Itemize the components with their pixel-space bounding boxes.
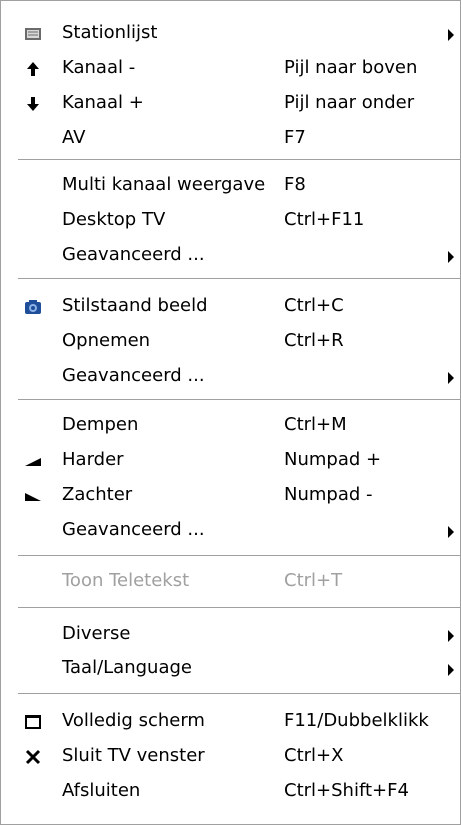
volume-up-icon [23,451,43,471]
menu-item-toon-teletekst: Toon Teletekst Ctrl+T [3,567,458,597]
context-menu: Stationlijst Kanaal - Pijl naar boven Ka… [0,0,461,825]
menu-item-label: Opnemen [62,330,151,351]
menu-item-label: Dempen [62,414,139,435]
menu-separator [18,693,460,695]
menu-item-label: Kanaal - [62,57,136,78]
menu-item-label: Afsluiten [62,780,141,801]
menu-item-shortcut: Numpad + [284,449,382,470]
menu-item-sluit-tv-venster[interactable]: Sluit TV venster Ctrl+X [3,742,458,772]
volume-down-icon [23,486,43,506]
menu-item-afsluiten[interactable]: Afsluiten Ctrl+Shift+F4 [3,777,458,807]
menu-item-multi-kanaal-weergave[interactable]: Multi kanaal weergave F8 [3,171,458,201]
submenu-arrow-icon [448,526,454,538]
menu-item-volledig-scherm[interactable]: Volledig scherm F11/Dubbelklikk [3,707,458,737]
submenu-arrow-icon [448,251,454,263]
menu-item-taal-language[interactable]: Taal/Language [3,654,458,684]
menu-item-label: Geavanceerd ... [62,244,205,265]
menu-item-shortcut: F8 [284,174,306,195]
menu-item-label: Diverse [62,623,131,644]
menu-separator [18,555,460,557]
menu-item-label: Geavanceerd ... [62,519,205,540]
menu-separator [18,399,460,401]
menu-item-opnemen[interactable]: Opnemen Ctrl+R [3,327,458,357]
menu-item-shortcut: Ctrl+F11 [284,209,365,230]
menu-item-shortcut: Numpad - [284,484,373,505]
menu-item-zachter[interactable]: Zachter Numpad - [3,481,458,511]
menu-item-shortcut: Ctrl+M [284,414,347,435]
menu-item-harder[interactable]: Harder Numpad + [3,446,458,476]
menu-item-label: Geavanceerd ... [62,365,205,386]
menu-item-label: AV [62,127,86,148]
menu-item-geavanceerd-2[interactable]: Geavanceerd ... [3,362,458,392]
menu-item-shortcut: Ctrl+R [284,330,344,351]
menu-item-diverse[interactable]: Diverse [3,620,458,650]
menu-item-label: Volledig scherm [62,710,205,731]
menu-item-geavanceerd-3[interactable]: Geavanceerd ... [3,516,458,546]
menu-item-label: Toon Teletekst [62,570,190,591]
menu-item-label: Multi kanaal weergave [62,174,266,195]
menu-item-dempen[interactable]: Dempen Ctrl+M [3,411,458,441]
submenu-arrow-icon [448,630,454,642]
menu-item-stationlijst[interactable]: Stationlijst [3,19,458,49]
submenu-arrow-icon [448,29,454,41]
menu-item-shortcut: Ctrl+T [284,570,343,591]
close-icon [23,747,43,767]
menu-item-shortcut: Ctrl+Shift+F4 [284,780,409,801]
menu-separator [18,278,460,280]
menu-item-label: Sluit TV venster [62,745,205,766]
menu-item-shortcut: F7 [284,127,306,148]
menu-item-kanaal-plus[interactable]: Kanaal + Pijl naar onder [3,89,458,119]
menu-item-label: Harder [62,449,124,470]
menu-item-label: Stationlijst [62,22,158,43]
menu-item-label: Desktop TV [62,209,166,230]
menu-item-shortcut: F11/Dubbelklikk [284,710,429,731]
menu-item-kanaal-min[interactable]: Kanaal - Pijl naar boven [3,54,458,84]
menu-separator [18,159,460,161]
menu-item-geavanceerd-1[interactable]: Geavanceerd ... [3,241,458,271]
menu-item-shortcut: Ctrl+C [284,295,344,316]
menu-separator [18,607,460,609]
menu-item-desktop-tv[interactable]: Desktop TV Ctrl+F11 [3,206,458,236]
menu-item-label: Zachter [62,484,133,505]
submenu-arrow-icon [448,372,454,384]
camera-icon [23,297,43,317]
menu-item-label: Stilstaand beeld [62,295,208,316]
menu-item-stilstaand-beeld[interactable]: Stilstaand beeld Ctrl+C [3,292,458,322]
arrow-up-icon [23,59,43,79]
arrow-down-icon [23,94,43,114]
menu-item-shortcut: Pijl naar onder [284,92,415,113]
submenu-arrow-icon [448,664,454,676]
station-list-icon [23,24,43,44]
menu-item-shortcut: Pijl naar boven [284,57,418,78]
menu-item-av[interactable]: AV F7 [3,124,458,154]
menu-item-label: Taal/Language [62,657,192,678]
menu-item-label: Kanaal + [62,92,144,113]
fullscreen-icon [23,712,43,732]
menu-item-shortcut: Ctrl+X [284,745,344,766]
